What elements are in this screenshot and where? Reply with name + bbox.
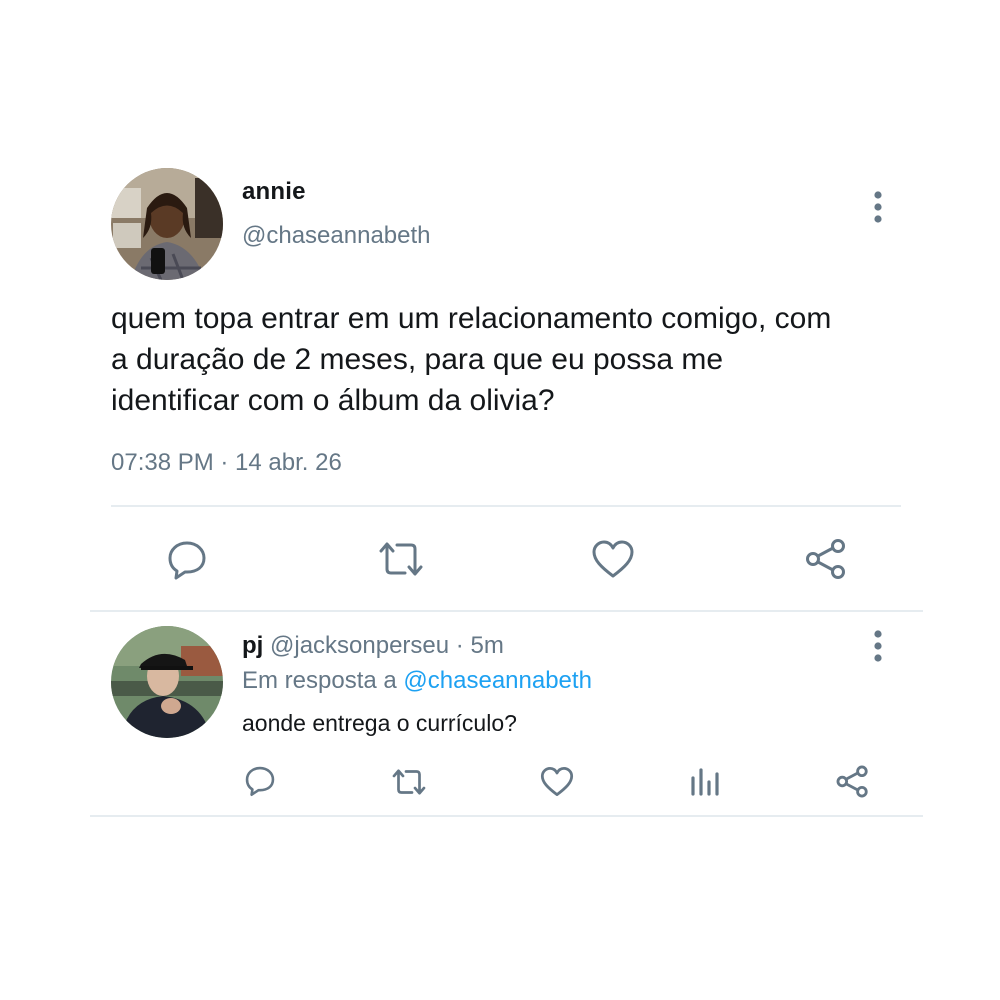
divider xyxy=(111,505,901,507)
tweet-text: quem topa entrar em um relacionamento co… xyxy=(111,298,931,421)
reply-icon[interactable] xyxy=(166,539,208,581)
tweet-text-line: quem topa entrar em um relacionamento co… xyxy=(111,302,832,335)
divider xyxy=(90,815,923,817)
reply-display-name[interactable]: pj xyxy=(242,632,263,659)
pj-avatar[interactable] xyxy=(111,626,223,738)
reply-text: aonde entrega o currículo? xyxy=(242,710,517,736)
annie-avatar[interactable] xyxy=(111,168,223,280)
share-icon[interactable] xyxy=(805,538,847,580)
reply-user-handle[interactable]: @jacksonperseu xyxy=(270,632,449,659)
like-icon[interactable] xyxy=(540,766,574,797)
reply-timestamp: 5m xyxy=(470,632,504,659)
retweet-icon[interactable] xyxy=(390,767,428,797)
user-handle[interactable]: @chaseannabeth xyxy=(242,222,431,250)
in-reply-mention-link[interactable]: @chaseannabeth xyxy=(403,667,592,694)
main-tweet: annie @chaseannabeth quem topa entrar em… xyxy=(0,0,1000,612)
separator-dot: · xyxy=(455,632,464,659)
share-icon[interactable] xyxy=(836,765,869,798)
user-avatar-photo xyxy=(111,626,223,738)
retweet-icon[interactable] xyxy=(377,539,425,579)
analytics-icon[interactable] xyxy=(690,766,720,796)
user-avatar-photo xyxy=(111,168,223,280)
reply-icon[interactable] xyxy=(244,765,276,797)
reply-header: pj @jacksonperseu · 5m xyxy=(242,632,504,660)
in-reply-to: Em resposta a @chaseannabeth xyxy=(242,667,592,695)
tweet-timestamp: 07:38 PM · 14 abr. 26 xyxy=(111,449,342,476)
tweet-text-line: identificar com o álbum da olivia? xyxy=(111,384,555,417)
display-name[interactable]: annie xyxy=(242,178,306,206)
more-options-icon[interactable] xyxy=(868,190,888,224)
like-icon[interactable] xyxy=(591,539,635,579)
more-options-icon[interactable] xyxy=(868,629,888,663)
tweet-text-line: a duração de 2 meses, para que eu possa … xyxy=(111,343,724,376)
reply-tweet[interactable]: pj @jacksonperseu · 5m Em resposta a @ch… xyxy=(0,612,1000,818)
in-reply-prefix: Em resposta a xyxy=(242,667,397,694)
